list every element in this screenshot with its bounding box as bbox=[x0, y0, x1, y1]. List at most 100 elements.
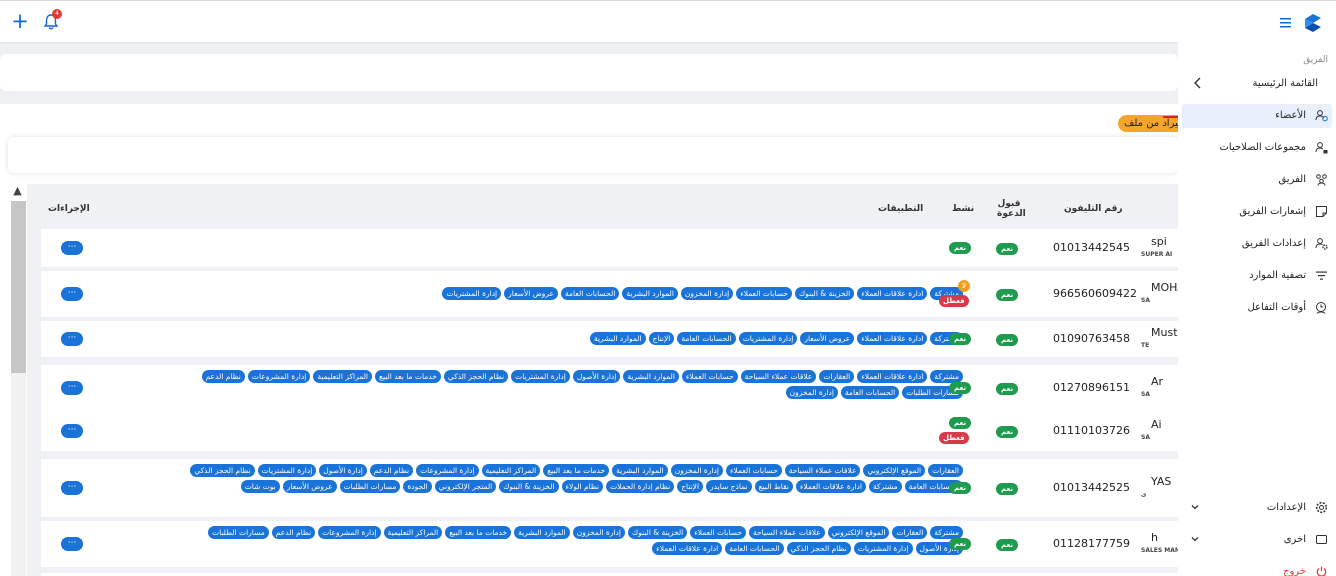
sidebar-item-interaction-times[interactable]: أوقات التفاعل bbox=[1182, 296, 1332, 320]
sidebar-item-team-settings[interactable]: إعدادات الفريق bbox=[1182, 232, 1332, 256]
app-chip: إدارة المخزون bbox=[572, 526, 625, 539]
row-actions-button[interactable]: ··· bbox=[61, 241, 83, 255]
app-chip: إدارة المشروعات bbox=[318, 526, 381, 539]
app-chip: الموقع الإلكتروني bbox=[827, 526, 890, 539]
app-chip: الخزينة & البنوك bbox=[794, 287, 855, 300]
member-role: TE bbox=[1141, 342, 1150, 349]
table-row: ··· نعم نعم 01013442545 spi SUPER AI bbox=[41, 229, 1178, 267]
members-icon bbox=[1315, 110, 1328, 122]
app-chip: عروض الأسعار bbox=[800, 332, 855, 345]
sidebar-item-label: إعدادات الفريق bbox=[1241, 238, 1306, 249]
sidebar-item-label: القائمة الرئيسية bbox=[1252, 78, 1318, 89]
header-accept-invitation: قبول الدعوة bbox=[997, 199, 1026, 219]
sidebar-item-logout[interactable]: خروج bbox=[1182, 560, 1332, 576]
app-chip: الإنتاج bbox=[648, 332, 675, 345]
disabled-badge: فعطل bbox=[939, 295, 969, 307]
app-chip: الحسابات العامة bbox=[840, 386, 900, 399]
notification-card-icon bbox=[1316, 206, 1327, 217]
app-chip: خدمات ما بعد البيع bbox=[374, 370, 441, 383]
app-chip: الخزينة & البنوك bbox=[627, 526, 688, 539]
member-name: spi bbox=[1151, 235, 1167, 248]
member-role: SA bbox=[1141, 297, 1150, 304]
sidebar-section-label: الفريق bbox=[1303, 55, 1328, 65]
header-actions: الإجراءات bbox=[48, 204, 90, 214]
app-chip: إدارة المشروعات bbox=[416, 464, 479, 477]
app-chip: الجودة bbox=[403, 480, 432, 493]
accept-invitation-badge: نعم bbox=[996, 334, 1019, 346]
accept-invitation-badge: نعم bbox=[996, 539, 1019, 551]
add-button[interactable]: + bbox=[9, 11, 31, 33]
app-chip: إدارة الأصول bbox=[319, 464, 367, 477]
sidebar-item-main-menu[interactable]: القائمة الرئيسية bbox=[1182, 72, 1332, 96]
app-chip: نظام الحجز الذكي bbox=[443, 370, 509, 383]
filter-icon bbox=[1316, 271, 1327, 280]
phone-number: 01090763458 bbox=[1053, 332, 1130, 345]
header-apps: التطبيقات bbox=[878, 204, 924, 214]
row-actions-button[interactable]: ··· bbox=[61, 424, 83, 438]
sidebar-item-label: أوقات التفاعل bbox=[1247, 302, 1306, 313]
app-chip: إدارة المشتريات bbox=[738, 332, 798, 345]
app-chip: حسابات العملاء bbox=[690, 526, 747, 539]
app-chip: الحسابات العامة bbox=[725, 542, 784, 555]
scrollbar-thumb[interactable] bbox=[11, 201, 26, 373]
member-name: Ar bbox=[1151, 375, 1164, 388]
filter-box[interactable] bbox=[8, 137, 1178, 173]
app-chip: إدارة المشتريات bbox=[442, 287, 502, 300]
phone-number: 01013442525 bbox=[1053, 481, 1130, 494]
app-chip: إدارة المشتريات bbox=[853, 542, 913, 555]
app-chip: العقارات bbox=[892, 526, 928, 539]
active-yes-badge: نعم bbox=[949, 382, 972, 394]
sidebar-item-other[interactable]: اخرى bbox=[1182, 528, 1332, 552]
active-yes-badge: نعم bbox=[949, 333, 972, 345]
app-chip: المراكز التعليمية bbox=[313, 370, 372, 383]
app-chip: ادارة علاقات العملاء bbox=[795, 480, 866, 493]
app-chip: نظام الدعم bbox=[201, 370, 245, 383]
row-actions-button[interactable]: ··· bbox=[61, 481, 83, 495]
members-table: الإجراءات التطبيقات نشط قبول الدعوة رقم … bbox=[27, 184, 1194, 576]
sidebar-item-team[interactable]: الفريق bbox=[1182, 168, 1332, 192]
table-row: ··· مشتركة ادارة علاقات العملاء عروض الأسعا… bbox=[41, 321, 1178, 357]
row-actions-button[interactable]: ··· bbox=[61, 537, 83, 551]
accept-invitation-badge: نعم bbox=[996, 483, 1019, 495]
app-chip: المتجر الإلكتروني bbox=[434, 480, 497, 493]
app-chip: علاقات عملاء السياحة bbox=[740, 370, 817, 383]
app-chip: إدارة المخزون bbox=[680, 287, 734, 300]
scroll-up-button[interactable]: ▲ bbox=[10, 184, 25, 198]
app-chip: ادارة علاقات العملاء bbox=[857, 332, 928, 345]
app-chip: المراكز التعليمية bbox=[383, 526, 443, 539]
app-chip: بوت شات bbox=[240, 480, 280, 493]
chevron-left-icon bbox=[1194, 77, 1201, 89]
app-chip: الحسابات العامة bbox=[677, 332, 736, 345]
app-chip: الموقع الإلكتروني bbox=[863, 464, 926, 477]
menu-icon[interactable] bbox=[1280, 18, 1291, 28]
chevron-down-icon bbox=[1191, 537, 1199, 542]
sidebar-item-label: الفريق bbox=[1278, 174, 1306, 185]
member-role: SA bbox=[1141, 391, 1150, 398]
app-chip: حسابات العملاء bbox=[681, 370, 738, 383]
sidebar-item-team-notifications[interactable]: إشعارات الفريق bbox=[1182, 200, 1332, 224]
sidebar-item-settings[interactable]: الإعدادات bbox=[1182, 496, 1332, 520]
app-chip: علاقات عملاء السياحة bbox=[784, 464, 861, 477]
app-chip: إدارة المشروعات bbox=[247, 370, 311, 383]
app-chip: عروض الأسعار bbox=[282, 480, 337, 493]
app-chip: علاقات عملاء السياحة bbox=[749, 526, 825, 539]
disabled-badge: فعطل bbox=[939, 432, 969, 444]
app-chip: الموارد البشرية bbox=[612, 464, 668, 477]
table-row: ··· مشتركة العقارات الموقع الإلكتروني علاقات… bbox=[41, 521, 1180, 567]
app-chip: إدارة المشتريات bbox=[257, 464, 317, 477]
app-chip: حسابات العملاء bbox=[725, 464, 782, 477]
row-actions-button[interactable]: ··· bbox=[61, 381, 83, 395]
sidebar-item-resource-filter[interactable]: تصفية الموارد bbox=[1182, 264, 1332, 288]
sidebar-item-permission-groups[interactable]: مجموعات الصلاحيات bbox=[1182, 136, 1332, 160]
accept-invitation-badge: نعم bbox=[996, 289, 1019, 301]
app-chip: نظام الحجز الذكي bbox=[786, 542, 851, 555]
logo-icon bbox=[1305, 14, 1321, 32]
row-apps: مشتركة العقارات الموقع الإلكتروني علاقات عم… bbox=[163, 526, 963, 555]
app-chip: العقارات bbox=[819, 370, 855, 383]
header-phone: رقم التليفون bbox=[1064, 204, 1123, 214]
sidebar-item-members[interactable]: الأعضاء bbox=[1182, 104, 1332, 128]
row-actions-button[interactable]: ··· bbox=[61, 332, 83, 346]
row-actions-button[interactable]: ··· bbox=[61, 287, 83, 301]
app-chip: إدارة المخزون bbox=[785, 386, 838, 399]
app-chip: ادارة علاقات العملاء bbox=[652, 542, 723, 555]
